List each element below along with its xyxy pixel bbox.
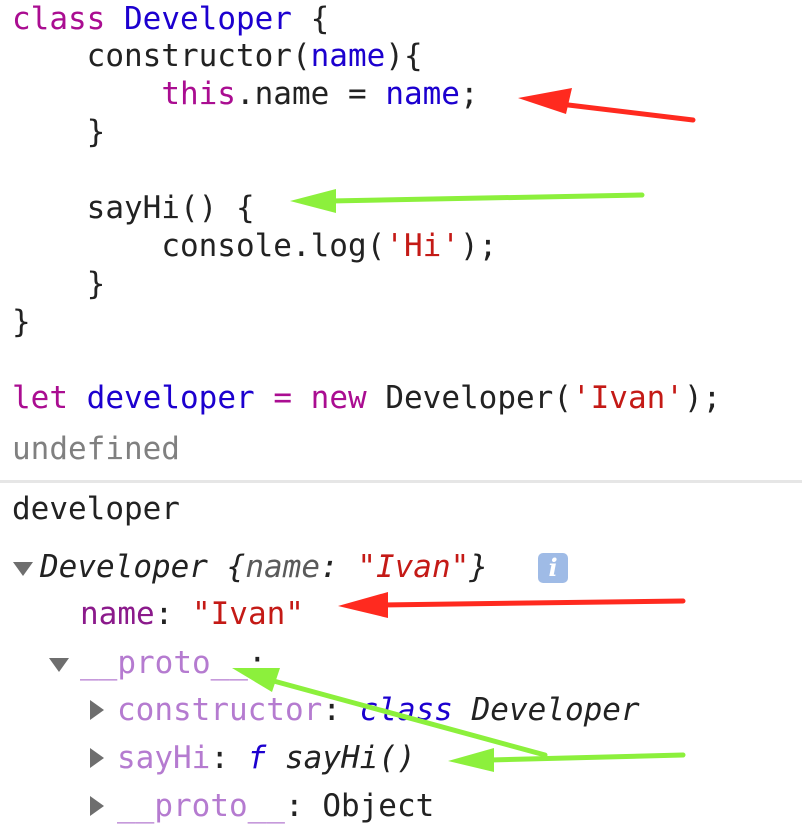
class-keyword: class: [12, 1, 106, 37]
object-summary[interactable]: Developer {name: "Ivan"}: [40, 548, 488, 586]
console-divider: [0, 480, 802, 483]
proto-key: __proto__: [80, 645, 248, 681]
let-keyword: let: [12, 380, 68, 416]
object-summary-open: {: [226, 549, 246, 585]
expand-inner-proto-icon[interactable]: [90, 796, 104, 816]
expand-sayhi-icon[interactable]: [90, 748, 104, 768]
instantiate-end: );: [683, 380, 722, 416]
property-name-value: "Ivan": [191, 596, 304, 632]
this-name-prop: .name: [235, 76, 330, 112]
assign-operator: =: [347, 76, 367, 112]
inner-proto-key: __proto__: [117, 788, 285, 824]
console-result-undefined: undefined: [12, 431, 180, 467]
semicolon: ;: [459, 76, 479, 112]
code-line-class-close: }: [12, 303, 31, 341]
constructor-param: name: [310, 38, 386, 74]
constructor-row[interactable]: constructor: class Developer: [117, 691, 640, 729]
green-arrow-sayhi-proto: [448, 748, 686, 772]
constructor-value: Developer: [471, 692, 640, 728]
object-summary-class: Developer: [40, 549, 208, 585]
class-close-brace: }: [12, 304, 31, 340]
red-arrow-name-property: [338, 592, 686, 618]
expand-constructor-icon[interactable]: [90, 700, 104, 720]
new-keyword: new: [310, 380, 367, 416]
method-close-brace: }: [86, 266, 106, 302]
call-end: );: [459, 228, 498, 264]
method-parens: (): [179, 190, 218, 226]
class-name: Developer: [124, 1, 292, 37]
green-arrow-sayhi-method: [290, 189, 645, 213]
code-line-this-assign: this.name = name;: [12, 75, 479, 113]
variable-name: developer: [86, 380, 255, 416]
red-arrow-this-name: [518, 88, 696, 123]
expand-object-icon[interactable]: [13, 562, 33, 576]
expand-proto-icon[interactable]: [49, 658, 69, 672]
object-summary-close: }: [469, 549, 488, 585]
code-line-method-close: }: [12, 265, 106, 303]
code-line-constructor-close: }: [12, 113, 106, 151]
hi-string: 'Hi': [385, 228, 460, 264]
method-name: sayHi: [86, 190, 180, 226]
ivan-string: 'Ivan': [571, 380, 684, 416]
inner-proto-row[interactable]: __proto__: Object: [117, 787, 434, 825]
constructor-name: constructor: [86, 38, 292, 74]
property-name-key: name: [80, 596, 155, 632]
property-name-row: name: "Ivan": [80, 596, 304, 632]
constructor-call: Developer(: [385, 380, 572, 416]
code-line-method: sayHi() {: [12, 189, 255, 227]
method-open-brace: {: [235, 190, 255, 226]
info-icon[interactable]: i: [538, 553, 568, 583]
sayhi-value: sayHi(): [285, 740, 416, 776]
code-line-class-declaration: class Developer {: [12, 0, 329, 38]
sayhi-key: sayHi: [117, 740, 211, 776]
sayhi-row[interactable]: sayHi: f sayHi(): [117, 739, 416, 777]
function-f-glyph: f: [247, 740, 267, 776]
code-line-console-log: console.log('Hi');: [12, 227, 497, 265]
constructor-key: constructor: [117, 692, 323, 728]
assign-value: name: [385, 76, 460, 112]
code-line-constructor: constructor(name){: [86, 38, 423, 74]
open-brace: {: [310, 1, 330, 37]
proto-row[interactable]: __proto__:: [80, 644, 267, 682]
proto-colon: :: [247, 645, 267, 681]
this-keyword: this: [161, 76, 236, 112]
console-call: console.log(: [161, 228, 386, 264]
code-line-instantiate: let developer = new Developer('Ivan');: [12, 380, 722, 416]
close-brace: }: [86, 114, 106, 150]
console-input-expression: developer: [12, 491, 180, 527]
object-summary-value: "Ivan": [357, 549, 470, 585]
constructor-class-keyword: class: [359, 692, 453, 728]
object-summary-key: name: [245, 549, 320, 585]
inner-proto-value: Object: [322, 788, 435, 824]
